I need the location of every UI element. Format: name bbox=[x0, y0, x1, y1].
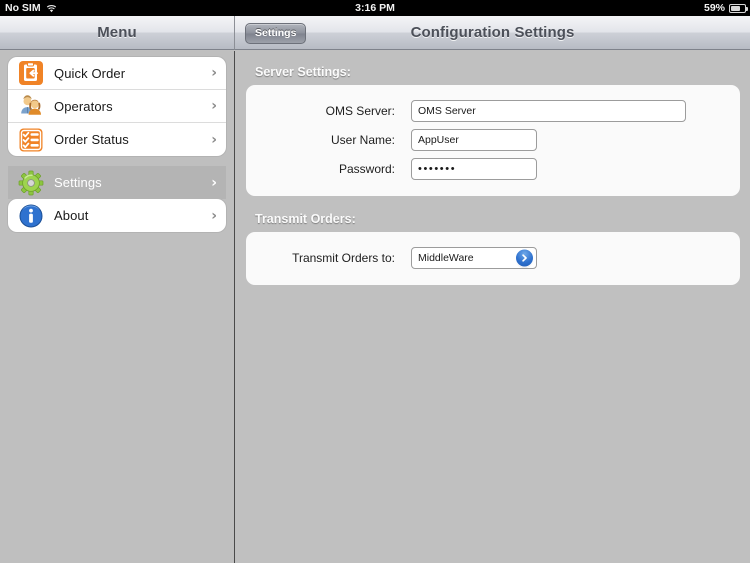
user-name-label: User Name: bbox=[330, 133, 395, 147]
battery-fill bbox=[731, 5, 740, 11]
master-title: Menu bbox=[97, 24, 137, 41]
sidebar-item-operators[interactable]: Operators › bbox=[8, 90, 226, 123]
menu-group-about: About › bbox=[8, 199, 226, 232]
user-name-input[interactable]: AppUser bbox=[411, 129, 537, 151]
chevron-right-icon: › bbox=[211, 131, 217, 148]
settings-back-button[interactable]: Settings bbox=[245, 23, 307, 44]
transmit-orders-card: Transmit Orders to: MiddleWare bbox=[246, 232, 740, 285]
sidebar-item-about[interactable]: About › bbox=[8, 199, 226, 232]
sidebar-item-label: Order Status bbox=[54, 132, 129, 147]
sidebar-item-label: Operators bbox=[54, 98, 113, 114]
master-pane: Quick Order › Operators › Order Status ›… bbox=[0, 51, 235, 563]
sidebar-item-quick-order[interactable]: Quick Order › bbox=[8, 57, 226, 90]
detail-navbar: Settings Configuration Settings bbox=[235, 16, 750, 50]
sidebar-item-settings[interactable]: Settings › bbox=[8, 166, 226, 199]
server-settings-card: OMS Server: OMS Server User Name: AppUse… bbox=[246, 85, 740, 196]
oms-server-input[interactable]: OMS Server bbox=[411, 100, 686, 122]
sidebar-item-label: Quick Order bbox=[54, 65, 126, 81]
password-input[interactable]: ••••••• bbox=[411, 158, 537, 180]
chevron-right-icon: › bbox=[211, 207, 217, 224]
battery-percent-label: 59% bbox=[703, 2, 725, 14]
field-row-transmit-orders-to: Transmit Orders to: MiddleWare bbox=[246, 244, 740, 272]
menu-group-settings: Settings › bbox=[8, 166, 226, 199]
detail-pane: Server Settings: OMS Server: OMS Server … bbox=[236, 51, 750, 563]
oms-server-label: OMS Server: bbox=[325, 104, 395, 118]
section-heading-transmit-orders: Transmit Orders: bbox=[255, 212, 356, 226]
chevron-right-circle-icon[interactable] bbox=[516, 249, 533, 267]
blue-info-icon bbox=[18, 203, 44, 229]
menu-group-primary: Quick Order › Operators › Order Status › bbox=[8, 57, 226, 156]
master-navbar: Menu bbox=[0, 16, 235, 50]
transmit-orders-to-value: MiddleWare bbox=[418, 252, 474, 264]
clipboard-arrow-icon bbox=[18, 60, 44, 86]
chevron-right-icon: › bbox=[211, 174, 217, 191]
green-gear-icon bbox=[18, 170, 44, 196]
password-label: Password: bbox=[338, 162, 395, 176]
chevron-right-icon: › bbox=[211, 65, 217, 81]
transmit-orders-to-label: Transmit Orders to: bbox=[292, 251, 395, 265]
transmit-orders-to-select[interactable]: MiddleWare bbox=[411, 247, 537, 269]
section-heading-server-settings: Server Settings: bbox=[255, 65, 351, 79]
field-row-password: Password: ••••••• bbox=[246, 155, 740, 183]
chevron-right-icon: › bbox=[211, 98, 217, 114]
field-row-user-name: User Name: AppUser bbox=[246, 126, 740, 154]
checklist-icon bbox=[18, 127, 44, 153]
two-people-icon bbox=[18, 93, 44, 119]
battery-icon bbox=[729, 3, 748, 13]
sidebar-item-order-status[interactable]: Order Status › bbox=[8, 123, 226, 156]
detail-title: Configuration Settings bbox=[410, 24, 575, 41]
sidebar-item-label: About bbox=[54, 208, 89, 223]
status-bar-clock: 3:16 PM bbox=[355, 2, 395, 14]
field-row-oms-server: OMS Server: OMS Server bbox=[246, 97, 740, 125]
status-bar-right: 59% bbox=[703, 2, 748, 14]
status-bar: No SIM 3:16 PM 59% bbox=[0, 0, 750, 16]
sidebar-item-label: Settings bbox=[54, 175, 102, 190]
